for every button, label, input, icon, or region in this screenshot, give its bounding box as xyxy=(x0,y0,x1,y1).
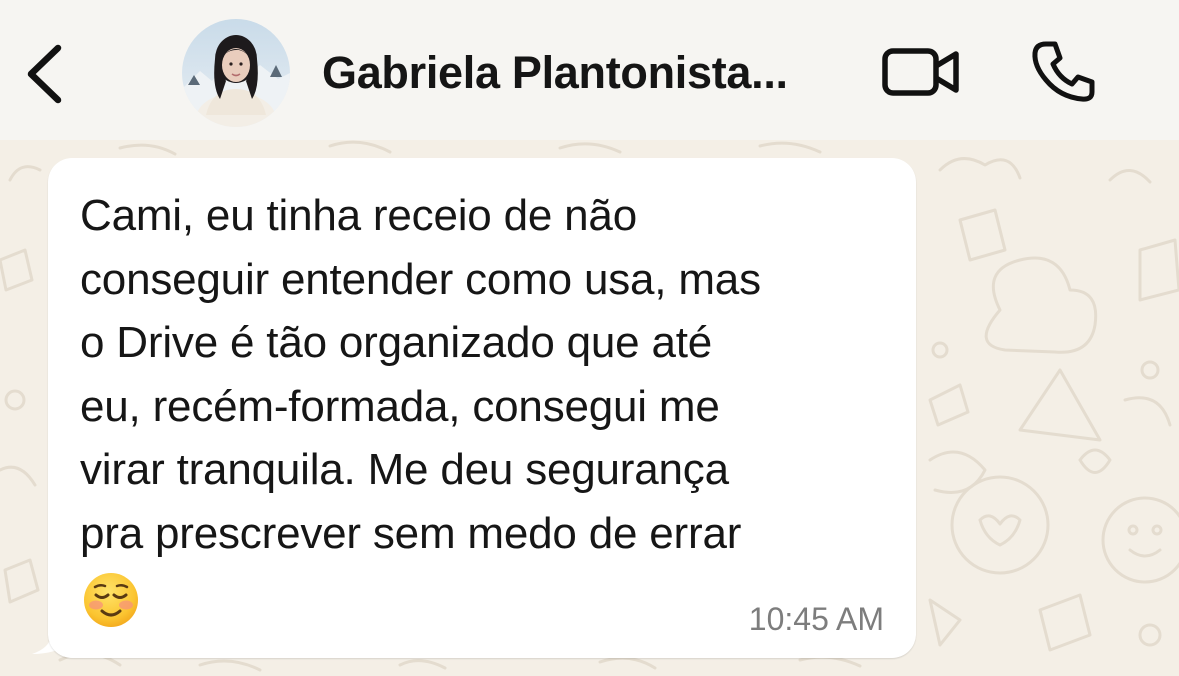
message-timestamp: 10:45 AM xyxy=(748,601,884,637)
phone-icon xyxy=(1032,41,1095,102)
chevron-left-icon xyxy=(27,44,62,104)
message-line: conseguir entender como usa, mas xyxy=(80,254,761,304)
video-call-button[interactable] xyxy=(880,44,962,100)
back-button[interactable] xyxy=(18,38,78,108)
contact-name[interactable]: Gabriela Plantonista... xyxy=(322,47,788,99)
chat-header: Gabriela Plantonista... xyxy=(0,0,1179,140)
message-line: eu, recém-formada, consegui me xyxy=(80,381,720,431)
message-line: pra prescrever sem medo de errar xyxy=(80,508,742,558)
video-camera-icon xyxy=(882,48,959,96)
message-bubble[interactable]: Cami, eu tinha receio de não conseguir e… xyxy=(48,158,916,658)
message-text: Cami, eu tinha receio de não conseguir e… xyxy=(80,184,900,565)
smiling-face-icon xyxy=(84,573,138,627)
message-line: virar tranquila. Me deu segurança xyxy=(80,445,729,494)
message-line: Cami, eu tinha receio de não xyxy=(80,191,637,240)
voice-call-button[interactable] xyxy=(1030,40,1098,104)
contact-avatar[interactable] xyxy=(182,19,290,127)
chat-area: Cami, eu tinha receio de não conseguir e… xyxy=(0,140,1179,676)
message-line: o Drive é tão organizado que até xyxy=(80,318,713,367)
